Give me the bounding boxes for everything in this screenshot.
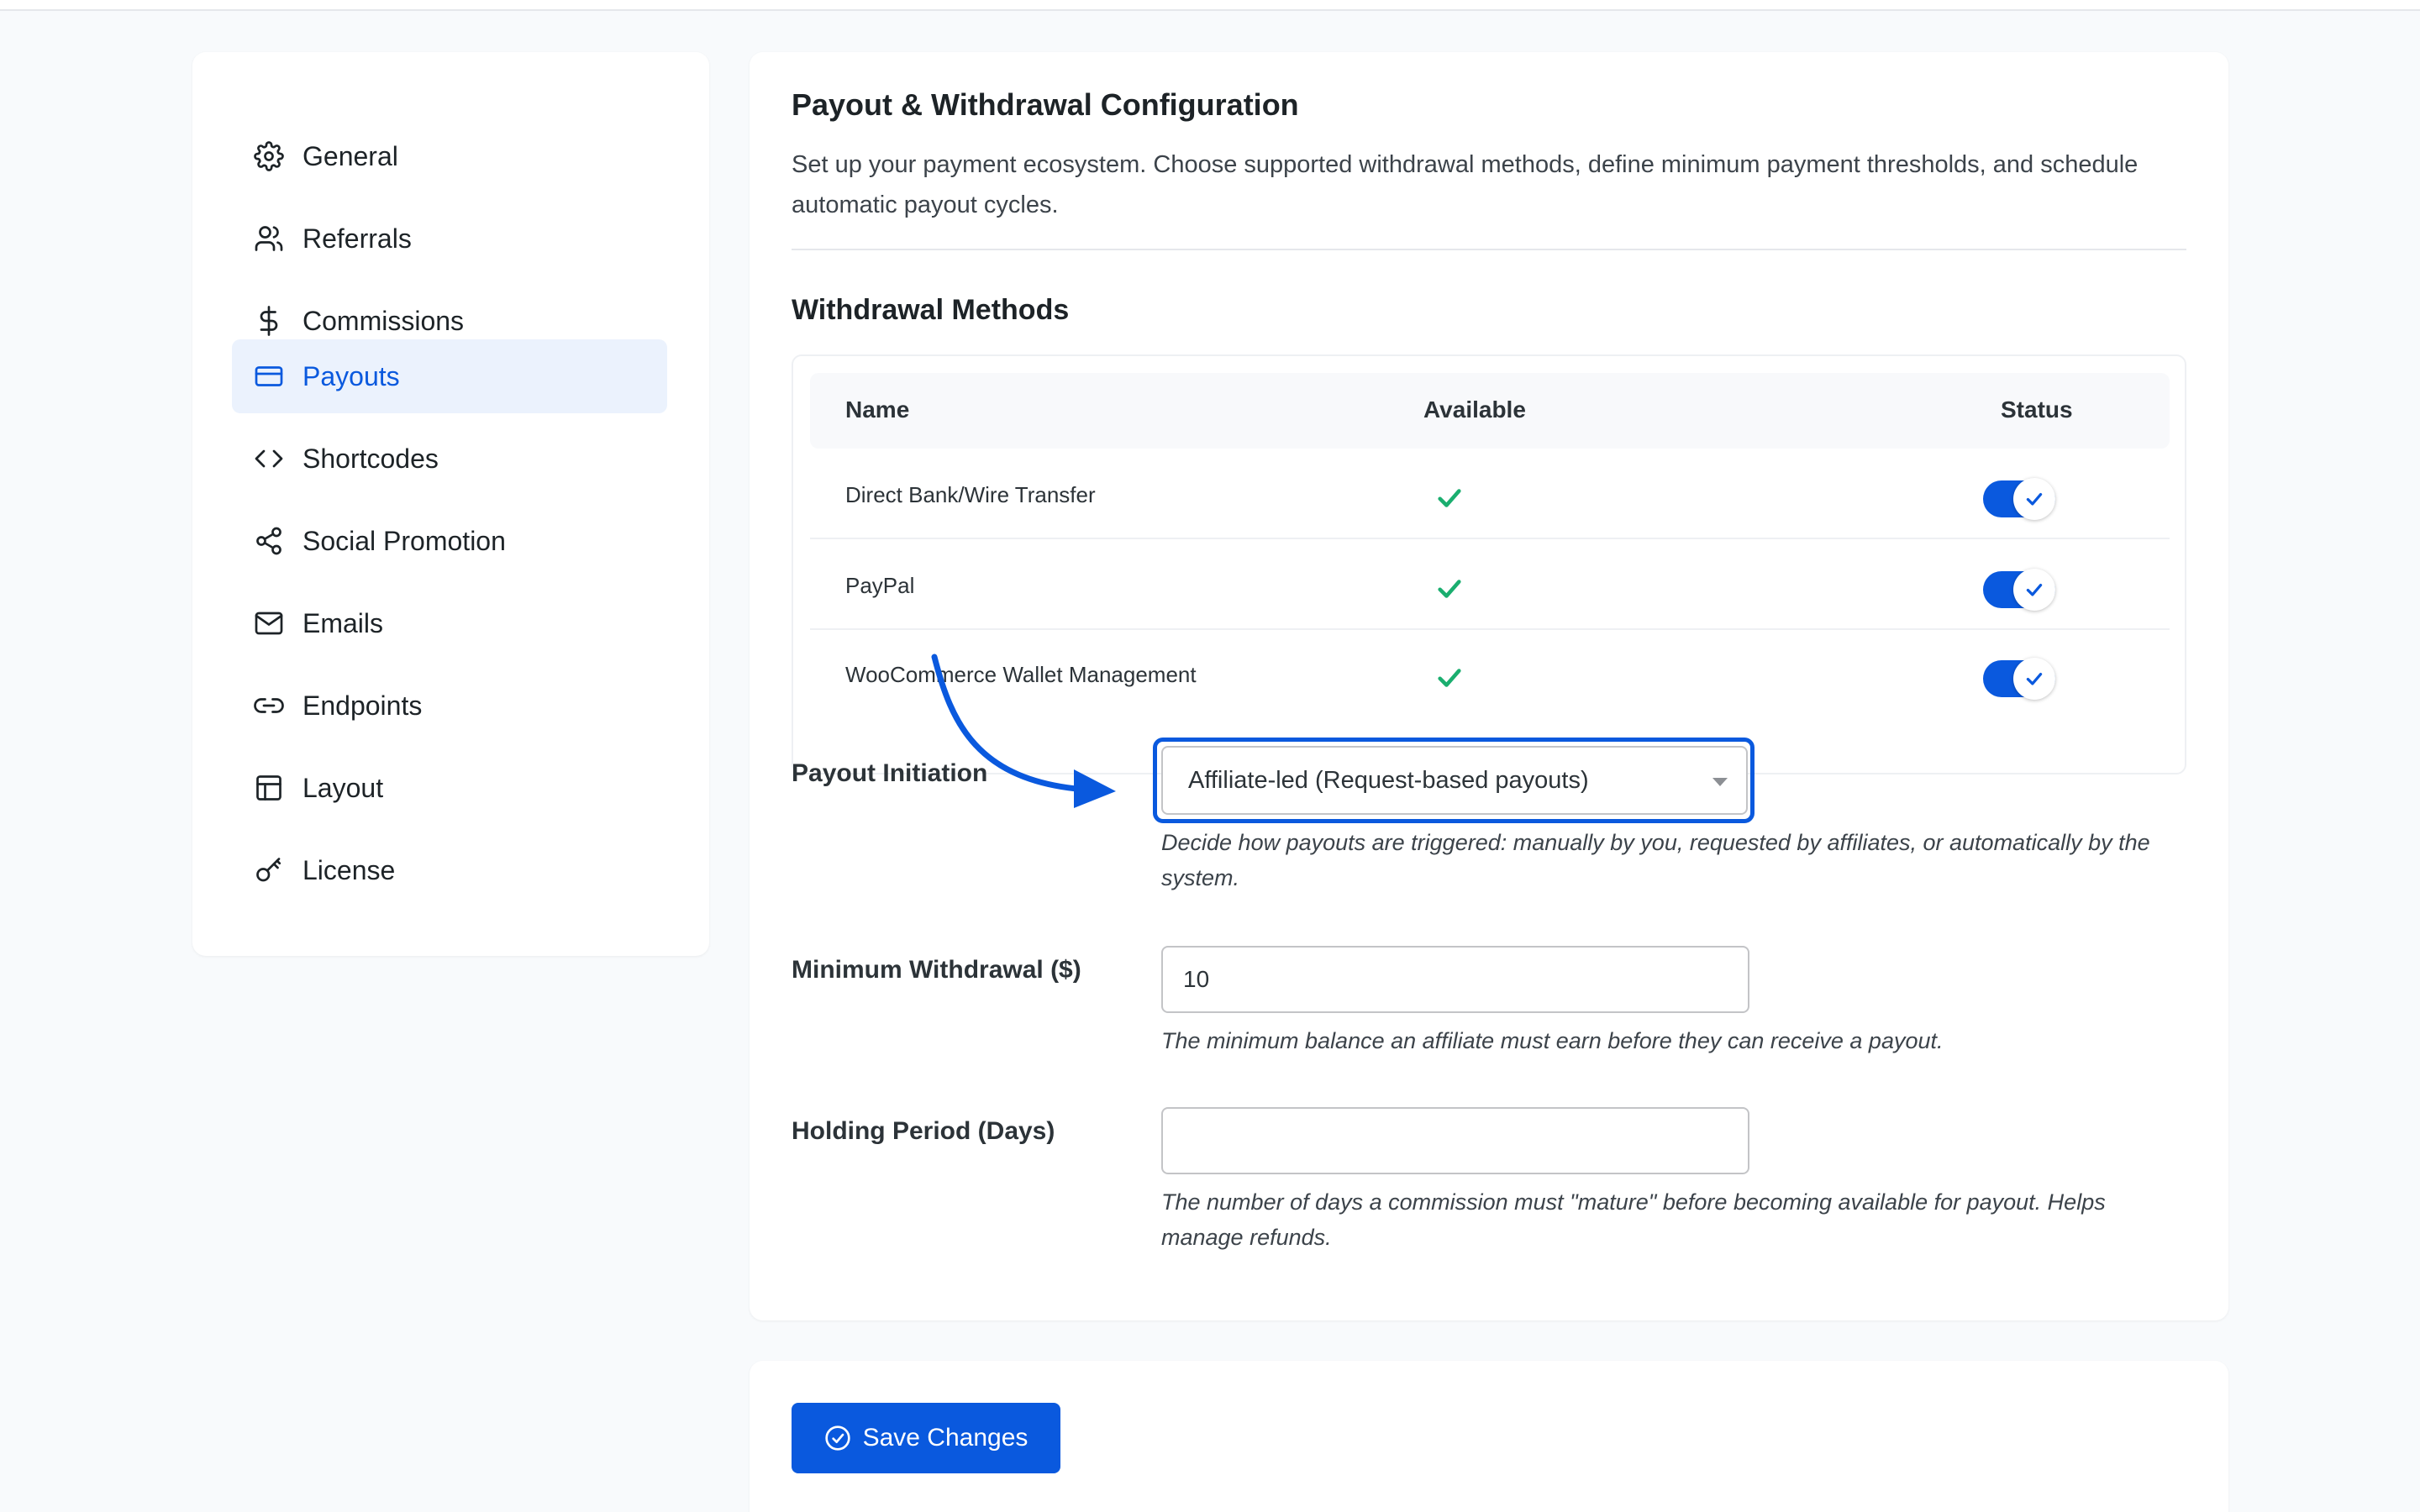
- top-bar: [0, 0, 2420, 11]
- minimum-withdrawal-input[interactable]: [1161, 946, 1749, 1013]
- status-toggle[interactable]: [1983, 478, 2055, 520]
- settings-sidebar: General Referrals Commissions Payouts Sh…: [192, 52, 709, 956]
- column-header-name: Name: [845, 396, 910, 423]
- minimum-withdrawal-label: Minimum Withdrawal ($): [792, 956, 1081, 984]
- page-description: Set up your payment ecosystem. Choose su…: [792, 151, 2139, 218]
- share-icon: [232, 526, 306, 556]
- sidebar-item-layout[interactable]: Layout: [232, 751, 667, 825]
- key-icon: [232, 855, 306, 885]
- column-header-status: Status: [2001, 396, 2073, 423]
- minimum-withdrawal-help: The minimum balance an affiliate must ea…: [1161, 1028, 1944, 1053]
- link-icon: [232, 690, 306, 721]
- annotation-arrow: [931, 654, 1116, 808]
- sidebar-item-endpoints[interactable]: Endpoints: [232, 669, 667, 743]
- check-icon: [1438, 489, 1461, 507]
- check-icon: [2026, 583, 2043, 596]
- sidebar-item-shortcodes[interactable]: Shortcodes: [232, 422, 667, 496]
- payout-settings-card: Payout & Withdrawal Configuration Set up…: [750, 52, 2228, 1320]
- mail-icon: [232, 608, 306, 638]
- sidebar-item-payouts[interactable]: Payouts: [232, 339, 667, 413]
- status-toggle[interactable]: [1983, 658, 2055, 700]
- page-title: Payout & Withdrawal Configuration: [792, 87, 1299, 122]
- sidebar-item-label: Social Promotion: [302, 525, 506, 556]
- check-icon: [2026, 672, 2043, 685]
- check-icon: [1438, 580, 1461, 598]
- sidebar-item-referrals[interactable]: Referrals: [232, 202, 667, 276]
- sidebar-item-social-promotion[interactable]: Social Promotion: [232, 504, 667, 578]
- sidebar-item-label: Emails: [302, 607, 384, 638]
- check-circle-icon: [824, 1425, 850, 1451]
- sidebar-item-general[interactable]: General: [232, 119, 667, 193]
- toggle-knob: [2013, 658, 2055, 700]
- divider: [792, 249, 2186, 250]
- code-icon: [232, 444, 306, 474]
- sidebar-item-license[interactable]: License: [232, 833, 667, 907]
- toggle-knob: [2013, 478, 2055, 520]
- sidebar-item-label: License: [302, 854, 396, 885]
- status-toggle[interactable]: [1983, 569, 2055, 611]
- table-row: PayPal: [810, 541, 2170, 630]
- credit-card-icon: [232, 361, 306, 391]
- method-name: PayPal: [845, 573, 915, 598]
- check-icon: [1438, 669, 1461, 687]
- sidebar-item-label: Shortcodes: [302, 443, 439, 474]
- payout-initiation-select[interactable]: Affiliate-led (Request-based payouts): [1161, 746, 1748, 815]
- table-row: Direct Bank/Wire Transfer: [810, 450, 2170, 539]
- footer-card: Save Changes: [750, 1361, 2228, 1512]
- payout-initiation-help: Decide how payouts are triggered: manual…: [1161, 830, 2150, 890]
- holding-period-label: Holding Period (Days): [792, 1117, 1055, 1145]
- withdrawal-methods-title: Withdrawal Methods: [792, 294, 1070, 326]
- gear-icon: [232, 141, 306, 171]
- sidebar-item-label: Layout: [302, 772, 384, 803]
- table-header: Name Available Status: [810, 373, 2170, 449]
- save-button-label: Save Changes: [862, 1424, 1028, 1452]
- sidebar-item-label: Payouts: [302, 360, 400, 391]
- toggle-knob: [2013, 569, 2055, 611]
- sidebar-item-label: Commissions: [302, 305, 465, 336]
- check-icon: [2026, 492, 2043, 506]
- sidebar-item-label: Referrals: [302, 223, 412, 254]
- chevron-down-icon: [1712, 778, 1728, 786]
- sidebar-item-label: Endpoints: [302, 690, 423, 721]
- save-button[interactable]: Save Changes: [792, 1403, 1060, 1473]
- holding-period-input[interactable]: [1161, 1107, 1749, 1174]
- layout-icon: [232, 773, 306, 803]
- sidebar-item-emails[interactable]: Emails: [232, 586, 667, 660]
- holding-period-help: The number of days a commission must "ma…: [1161, 1189, 2106, 1250]
- sidebar-item-label: General: [302, 140, 398, 171]
- dollar-icon: [232, 306, 306, 336]
- users-icon: [232, 223, 306, 254]
- column-header-available: Available: [1423, 396, 1526, 423]
- select-value: Affiliate-led (Request-based payouts): [1188, 766, 1589, 794]
- method-name: Direct Bank/Wire Transfer: [845, 482, 1096, 507]
